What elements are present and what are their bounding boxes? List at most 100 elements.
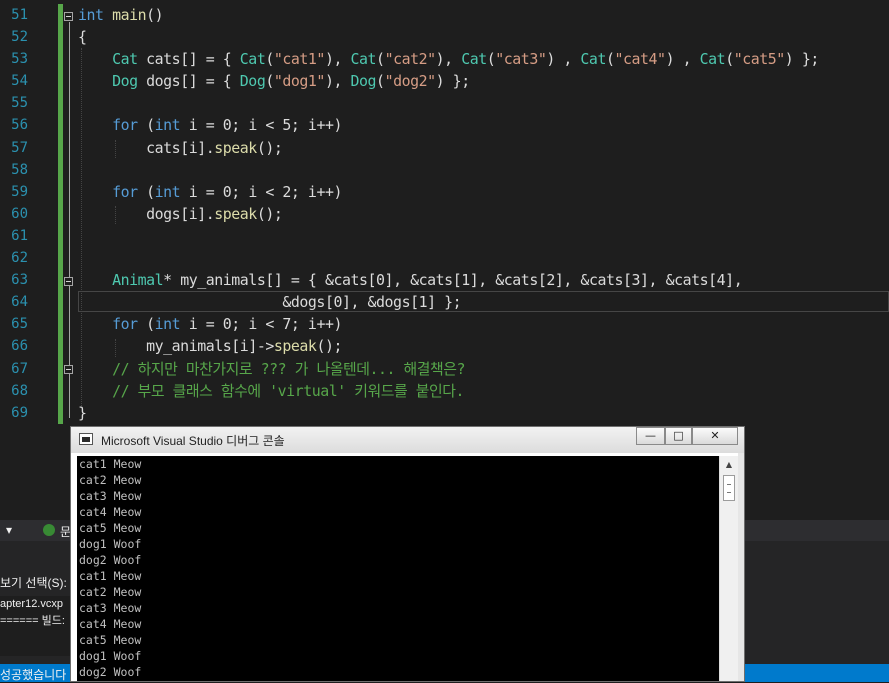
console-output-line: cat1 Meow xyxy=(79,457,142,471)
code-token: Cat xyxy=(699,50,726,69)
code-token: < 7; xyxy=(256,315,308,334)
collapse-main-icon[interactable] xyxy=(64,12,73,21)
code-token: cats xyxy=(503,271,539,290)
code-editor[interactable]: 51 52 53 54 55 56 57 58 59 60 61 62 63 64 65 66 67 68 69 i… xyxy=(0,0,889,428)
line-number: 60 xyxy=(11,205,28,222)
code-line[interactable] xyxy=(78,225,889,247)
code-token: i xyxy=(188,138,198,157)
close-button[interactable]: ✕ xyxy=(692,427,738,445)
code-token: [] = { xyxy=(180,72,240,91)
code-token: my_animals xyxy=(180,271,266,290)
code-token: Dog xyxy=(350,72,377,91)
toolbar-dropdown-icon[interactable]: ▾ xyxy=(6,523,12,537)
debug-console-window[interactable]: Microsoft Visual Studio 디버그 콘솔 — □ ✕ cat… xyxy=(70,426,745,682)
code-line[interactable]: for (int i = 0; i < 5; i++) xyxy=(78,114,889,136)
code-token: ++) xyxy=(316,315,342,334)
code-token: [1] }; xyxy=(410,293,462,312)
code-token: [] = { xyxy=(180,50,240,69)
code-token: (); xyxy=(256,138,283,157)
code-line[interactable] xyxy=(78,247,889,269)
code-line[interactable]: { xyxy=(78,26,889,48)
outline-guide-line xyxy=(69,22,70,418)
code-token: ]-> xyxy=(248,337,274,356)
code-token: ( xyxy=(725,50,734,69)
minimize-button[interactable]: — xyxy=(636,427,665,445)
code-token: ) , xyxy=(546,50,581,69)
line-number: 63 xyxy=(11,272,28,289)
code-line[interactable]: Animal* my_animals[] = { &cats[0], &cats… xyxy=(78,269,889,291)
scrollbar-thumb[interactable] xyxy=(723,475,735,501)
code-line[interactable]: dogs[i].speak(); xyxy=(78,203,889,225)
code-token: () xyxy=(146,6,164,24)
code-line[interactable]: int main() xyxy=(78,4,889,26)
code-token: cats xyxy=(674,271,709,290)
collapse-array-init-icon[interactable] xyxy=(64,277,73,286)
collapse-comment-icon[interactable] xyxy=(64,365,73,374)
line-number: 58 xyxy=(11,161,28,178)
code-token: Cat xyxy=(239,50,266,69)
console-output-line: dog1 Woof xyxy=(79,537,142,551)
console-output[interactable]: cat1 Meow cat2 Meow cat3 Meow cat4 Meow cat5… xyxy=(77,456,719,681)
code-token: [ xyxy=(180,138,189,157)
code-token: for xyxy=(112,116,138,135)
code-token: [0], & xyxy=(324,293,377,312)
code-line[interactable]: Cat cats[] = { Cat("cat1"), Cat("cat2"),… xyxy=(78,48,889,70)
line-number: 62 xyxy=(11,250,28,267)
console-title-bar[interactable]: Microsoft Visual Studio 디버그 콘솔 — □ ✕ xyxy=(71,427,744,453)
code-token: Cat xyxy=(461,50,487,69)
code-token: dogs xyxy=(146,204,181,223)
output-line: apter12.vcxp xyxy=(0,598,63,610)
code-token: "cat1" xyxy=(273,50,326,69)
maximize-button[interactable]: □ xyxy=(665,427,692,445)
code-token: dogs xyxy=(146,72,181,91)
console-output-line: cat1 Meow xyxy=(79,569,142,583)
code-token: dogs xyxy=(376,293,411,312)
line-number: 66 xyxy=(11,338,28,355)
console-scrollbar[interactable]: ▲ xyxy=(719,456,738,681)
code-line[interactable]: Dog dogs[] = { Dog("dog1"), Dog("dog2") … xyxy=(78,70,889,92)
line-number: 55 xyxy=(11,95,28,112)
code-token: "cat2" xyxy=(384,50,437,69)
code-token: (); xyxy=(256,204,283,223)
code-line[interactable]: for (int i = 0; i < 2; i++) xyxy=(78,181,889,203)
code-token: i xyxy=(188,315,198,334)
code-token: "cat3" xyxy=(495,50,547,69)
code-line[interactable]: cats[i].speak(); xyxy=(78,137,889,159)
code-token: cats xyxy=(146,50,181,69)
code-token: } xyxy=(78,403,87,422)
code-token: // 하지만 마찬가지로 ??? 가 나올텐데... 해결책은? xyxy=(112,359,466,378)
line-number: 52 xyxy=(11,29,28,46)
code-line[interactable] xyxy=(78,92,889,114)
code-line[interactable]: } xyxy=(78,402,889,424)
code-line[interactable]: // 하지만 마찬가지로 ??? 가 나올텐데... 해결책은? xyxy=(78,358,889,380)
code-token: Dog xyxy=(112,72,138,91)
line-number-gutter: 51 52 53 54 55 56 57 58 59 60 61 62 63 64 65 66 67 68 69 xyxy=(0,4,40,424)
line-number: 61 xyxy=(11,227,28,244)
code-line[interactable]: // 부모 클래스 함수에 'virtual' 키워드를 붙인다. xyxy=(78,380,889,402)
code-token: ( xyxy=(137,116,155,135)
code-line[interactable]: my_animals[i]->speak(); xyxy=(78,335,889,357)
success-check-icon xyxy=(43,524,55,536)
code-token: for xyxy=(112,182,138,201)
console-output-line: cat5 Meow xyxy=(79,521,142,535)
scroll-up-icon[interactable]: ▲ xyxy=(720,456,738,473)
code-token: ]. xyxy=(197,138,215,157)
line-number: 54 xyxy=(11,73,28,90)
code-line[interactable] xyxy=(78,159,889,181)
code-token: Animal xyxy=(112,271,164,290)
console-output-line: cat5 Meow xyxy=(79,633,142,647)
code-token: dogs xyxy=(290,293,326,312)
code-line[interactable]: &dogs[0], &dogs[1] }; xyxy=(78,291,889,313)
line-number: 53 xyxy=(11,51,28,68)
code-line[interactable]: for (int i = 0; i < 7; i++) xyxy=(78,313,889,335)
code-lines[interactable]: int main() { Cat cats[] = { Cat("cat1"), … xyxy=(78,4,889,424)
